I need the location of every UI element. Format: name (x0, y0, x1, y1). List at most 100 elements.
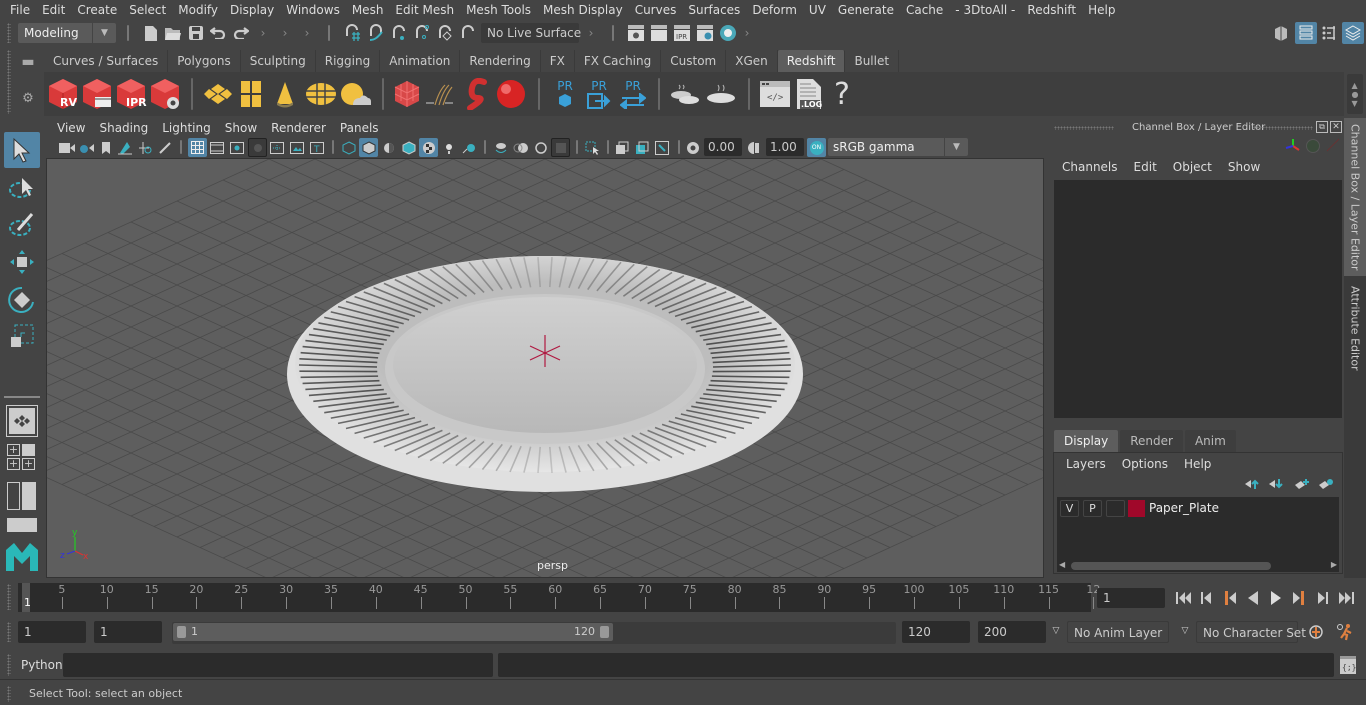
viewport-menu-item-4[interactable]: Renderer (264, 121, 333, 135)
range-slider[interactable]: 1 120 (173, 623, 613, 641)
layer-row[interactable]: V P Paper_Plate (1057, 500, 1339, 520)
playback-start-field[interactable]: 1 (94, 621, 162, 643)
textured-icon[interactable] (419, 138, 438, 157)
redo-icon[interactable] (232, 23, 250, 43)
shelf-tab-11[interactable]: Bullet (845, 50, 900, 72)
depth-of-field-icon[interactable] (551, 138, 570, 157)
scene-canvas[interactable]: y x z persp (47, 159, 1044, 578)
exposure-icon[interactable] (684, 139, 702, 157)
channel-box-menu-item-2[interactable]: Object (1165, 160, 1220, 178)
paint-select-tool-icon[interactable] (4, 206, 40, 242)
menu-item-2[interactable]: Create (71, 3, 123, 17)
step-back-frame-icon[interactable] (1197, 588, 1217, 608)
xray-joints-icon[interactable] (633, 139, 651, 157)
animation-preferences-icon[interactable] (1334, 622, 1356, 642)
menu-item-10[interactable]: Mesh Display (537, 3, 629, 17)
render-view-icon[interactable] (626, 23, 646, 43)
channel-box-toggle-icon[interactable] (1342, 22, 1364, 44)
shelf-tab-10[interactable]: Redshift (777, 50, 846, 72)
drag-handle[interactable] (1253, 126, 1313, 130)
layer-editor-menu-item-0[interactable]: Layers (1058, 457, 1114, 471)
menu-item-4[interactable]: Modify (172, 3, 224, 17)
field-chart-icon[interactable] (268, 139, 286, 157)
camera-attributes-icon[interactable] (78, 139, 96, 157)
menu-item-5[interactable]: Display (224, 3, 280, 17)
camera-icon[interactable] (58, 139, 76, 157)
range-end-handle[interactable] (600, 626, 609, 638)
shelf-tab-7[interactable]: FX Caching (574, 50, 662, 72)
menu-item-15[interactable]: Generate (832, 3, 900, 17)
open-scene-icon[interactable] (164, 23, 182, 43)
layer-editor-menu-item-1[interactable]: Options (1114, 457, 1176, 471)
move-layer-up-icon[interactable] (1244, 477, 1260, 491)
auto-key-icon[interactable] (1306, 622, 1326, 642)
default-material-icon[interactable] (380, 139, 398, 157)
safe-action-icon[interactable] (288, 139, 306, 157)
command-language-label[interactable]: Python (21, 658, 63, 672)
channel-box-menu-item-0[interactable]: Channels (1054, 160, 1126, 178)
attribute-editor-toggle-icon[interactable] (1295, 22, 1317, 44)
layer-color-swatch[interactable] (1128, 500, 1145, 517)
chevron-down-icon[interactable]: ▽ (1049, 624, 1063, 638)
shelf-tab-0[interactable]: Curves / Surfaces (44, 50, 169, 72)
layer-type-toggle[interactable] (1106, 500, 1125, 517)
shelf-tab-8[interactable]: Custom (661, 50, 727, 72)
step-forward-frame-icon[interactable] (1312, 588, 1332, 608)
redshift-pr-swap-icon[interactable]: PR (618, 75, 648, 113)
bookmark-icon[interactable] (98, 139, 114, 157)
layer-editor-tab-display[interactable]: Display (1054, 430, 1119, 452)
sync-icon[interactable] (1306, 139, 1320, 153)
bake-single-icon[interactable] (704, 78, 738, 110)
chevron-down-icon[interactable]: ▽ (1178, 624, 1192, 638)
menu-item-13[interactable]: Deform (746, 3, 803, 17)
viewport-menu-item-3[interactable]: Show (218, 121, 264, 135)
shelf-menu-icon[interactable]: ▬ (20, 54, 36, 70)
shelf-tab-2[interactable]: Sculpting (240, 50, 316, 72)
four-view-layout-icon[interactable]: + + + (7, 444, 37, 472)
tab-attribute-editor[interactable]: Attribute Editor (1344, 278, 1366, 378)
viewport-menu-item-5[interactable]: Panels (333, 121, 386, 135)
menu-item-3[interactable]: Select (123, 3, 172, 17)
snap-point-icon[interactable] (389, 23, 409, 43)
collapse-arrow-icon[interactable]: › (586, 23, 596, 43)
play-backwards-icon[interactable] (1243, 588, 1263, 608)
color-space-dropdown[interactable]: sRGB gamma ▼ (828, 138, 968, 156)
modeling-toolkit-icon[interactable] (1271, 22, 1291, 44)
menu-item-16[interactable]: Cache (900, 3, 949, 17)
single-perspective-layout-icon[interactable] (6, 405, 38, 437)
gamma-field[interactable]: 1.00 (766, 138, 804, 156)
play-forwards-icon[interactable] (1266, 588, 1286, 608)
script-editor-icon[interactable]: </> (758, 78, 792, 110)
layer-editor-tab-anim[interactable]: Anim (1184, 430, 1236, 452)
safe-title-icon[interactable]: T (308, 139, 326, 157)
pin-icon[interactable] (1326, 138, 1340, 152)
workspace-selector[interactable]: Modeling ▼ (18, 23, 116, 43)
use-all-lights-icon[interactable] (440, 139, 458, 157)
menu-item-1[interactable]: Edit (36, 3, 71, 17)
redshift-render-view-icon[interactable]: RV (46, 76, 80, 112)
shelf-tab-3[interactable]: Rigging (315, 50, 381, 72)
layer-name[interactable]: Paper_Plate (1149, 501, 1219, 515)
viewport-menu-item-1[interactable]: Shading (92, 121, 155, 135)
layer-editor-tab-render[interactable]: Render (1120, 430, 1183, 452)
redshift-sun-sky-icon[interactable] (338, 78, 372, 110)
image-plane-icon[interactable] (116, 139, 134, 157)
snap-view-plane-icon[interactable] (412, 23, 432, 43)
current-frame-field[interactable]: 1 (1097, 588, 1165, 608)
rotate-tool-icon[interactable] (4, 282, 40, 318)
drag-handle[interactable] (7, 686, 11, 702)
viewport-menu-item-2[interactable]: Lighting (155, 121, 218, 135)
snap-grid-icon[interactable] (342, 23, 362, 43)
help-icon[interactable]: ? (830, 76, 854, 112)
menu-item-6[interactable]: Windows (280, 3, 346, 17)
menu-item-18[interactable]: Redshift (1021, 3, 1082, 17)
grease-pencil-icon[interactable] (156, 139, 174, 157)
new-scene-icon[interactable] (142, 23, 160, 43)
snap-live-icon[interactable] (458, 23, 478, 43)
command-input[interactable] (63, 653, 493, 677)
manipulator-axes-icon[interactable] (1285, 138, 1301, 154)
collapse-arrow-icon[interactable]: › (258, 23, 268, 43)
layer-hscrollbar[interactable]: ◀ ▶ (1057, 560, 1339, 572)
redshift-ipr-icon[interactable]: IPR (114, 76, 148, 112)
shelf-tab-5[interactable]: Rendering (460, 50, 541, 72)
